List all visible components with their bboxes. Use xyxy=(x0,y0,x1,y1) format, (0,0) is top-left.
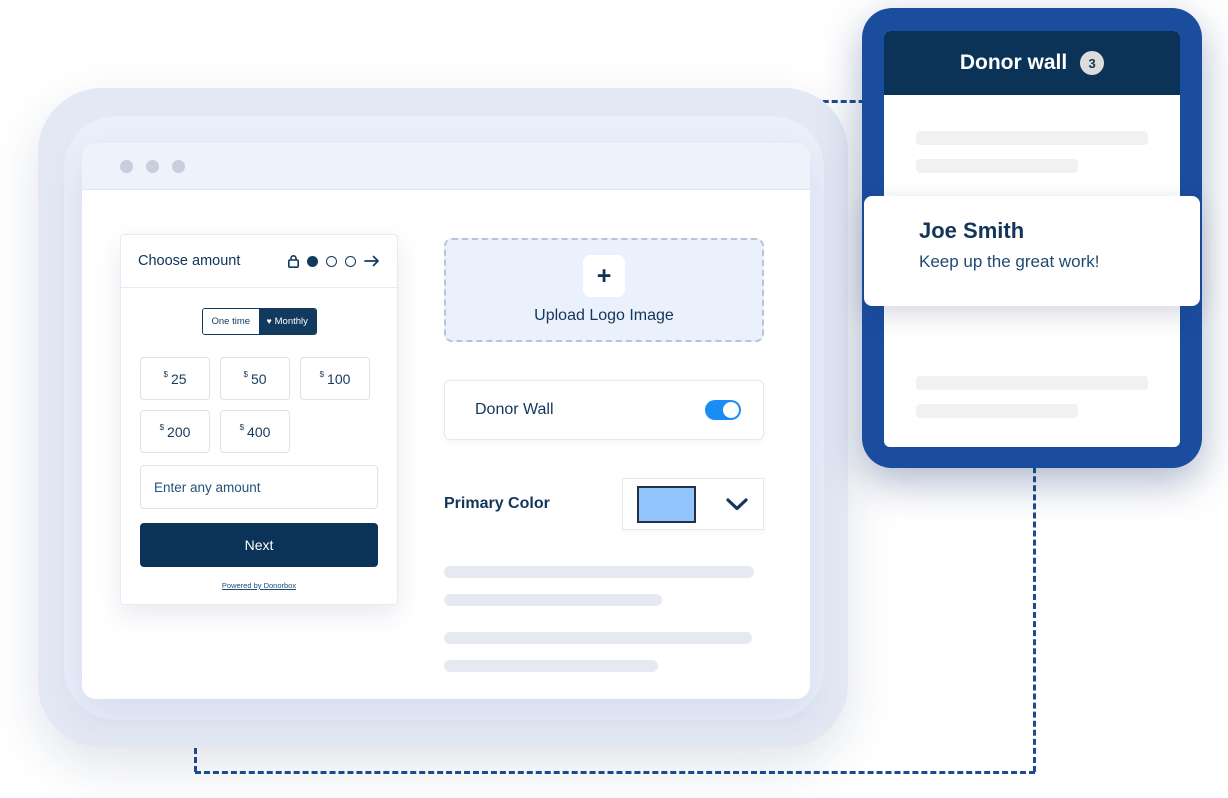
currency-symbol: $ xyxy=(239,423,245,432)
amount-value: 200 xyxy=(167,423,191,440)
window-minimize-dot-icon[interactable] xyxy=(146,159,159,173)
amount-option[interactable]: $25 xyxy=(140,357,210,400)
donor-wall-toggle[interactable] xyxy=(705,400,741,420)
donation-form-body: One time ♥ Monthly $25 $50 $100 $ 200 $ … xyxy=(121,288,397,604)
arrow-right-icon[interactable] xyxy=(364,255,380,267)
amount-value: 25 xyxy=(170,370,187,387)
placeholder-bar xyxy=(444,632,752,644)
amount-value: 100 xyxy=(327,370,351,387)
placeholder-bar xyxy=(444,660,658,672)
donor-wall-panel-header: Donor wall 3 xyxy=(884,31,1180,95)
primary-color-picker[interactable] xyxy=(622,478,764,530)
window-maximize-dot-icon[interactable] xyxy=(172,159,185,173)
donation-form-header: Choose amount xyxy=(121,235,397,288)
dashed-connector-right xyxy=(1033,440,1036,772)
plus-icon: + xyxy=(583,255,625,297)
skeleton-bar xyxy=(916,404,1078,418)
step-dot-3[interactable] xyxy=(345,255,356,267)
powered-by-label[interactable]: Powered by Donorbox xyxy=(140,581,378,590)
toggle-knob xyxy=(723,402,739,418)
next-button[interactable]: Next xyxy=(140,523,378,567)
donor-message: Keep up the great work! xyxy=(919,252,1100,271)
amount-option[interactable]: $400 xyxy=(220,410,290,453)
chevron-down-icon[interactable] xyxy=(725,497,749,512)
settings-column: + Upload Logo Image Donor Wall Primary C… xyxy=(444,234,764,699)
dashed-connector-bottom xyxy=(195,771,1035,774)
primary-color-label: Primary Color xyxy=(444,495,550,512)
custom-amount-input[interactable]: Enter any amount xyxy=(140,465,378,509)
browser-title-bar xyxy=(82,143,810,190)
donor-wall-label: Donor Wall xyxy=(475,401,554,418)
frequency-toggle-group: One time ♥ Monthly xyxy=(201,308,317,335)
frequency-option-monthly[interactable]: ♥ Monthly xyxy=(259,309,316,334)
skeleton-bar xyxy=(916,131,1148,145)
donor-name: Joe Smith xyxy=(919,218,1025,243)
skeleton-bar xyxy=(916,159,1078,173)
amount-options: $25 $50 $100 $200 $400 xyxy=(140,357,378,453)
color-swatch[interactable] xyxy=(637,485,697,523)
amount-option[interactable]: $50 xyxy=(220,357,290,400)
step-dot-2[interactable] xyxy=(326,255,337,267)
step-indicator xyxy=(288,254,380,268)
browser-content: Choose amount One time ♥ Monthly $ 25 $ … xyxy=(82,190,810,699)
upload-logo-dropzone[interactable]: + Upload Logo Image xyxy=(444,238,764,342)
lock-icon xyxy=(288,254,299,268)
step-dot-1[interactable] xyxy=(307,255,318,267)
donor-count-badge: 3 xyxy=(1080,51,1105,75)
amount-value: 50 xyxy=(250,370,267,387)
currency-symbol: $ xyxy=(319,370,325,379)
form-title: Choose amount xyxy=(138,253,241,269)
placeholder-bar xyxy=(444,594,662,606)
placeholder-bar xyxy=(444,566,754,578)
upload-logo-label: Upload Logo Image xyxy=(534,307,674,324)
donation-form-card: Choose amount One time ♥ Monthly $ 25 $ … xyxy=(120,234,398,605)
currency-symbol: $ xyxy=(243,370,248,379)
browser-window: Choose amount One time ♥ Monthly $ 25 $ … xyxy=(82,143,810,699)
frequency-option-one-time[interactable]: One time xyxy=(202,309,259,334)
frequency-monthly-label: Monthly xyxy=(274,316,308,327)
skeleton-bar xyxy=(916,376,1148,390)
donor-message-card: Joe Smith Keep up the great work! xyxy=(864,196,1200,306)
window-close-dot-icon[interactable] xyxy=(120,159,133,173)
content-placeholder-bars xyxy=(444,566,764,672)
primary-color-row: Primary Color xyxy=(444,478,764,530)
amount-option[interactable]: $100 xyxy=(300,357,370,400)
amount-value: 400 xyxy=(247,423,271,440)
donor-wall-setting-row: Donor Wall xyxy=(444,380,764,440)
heart-icon: ♥ xyxy=(266,316,272,326)
donor-wall-panel-title: Donor wall xyxy=(959,51,1068,74)
currency-symbol: $ xyxy=(163,370,168,379)
amount-option[interactable]: $200 xyxy=(140,410,210,453)
screen-canvas: Choose amount One time ♥ Monthly $ 25 $ … xyxy=(0,0,1228,798)
currency-symbol: $ xyxy=(159,423,165,432)
